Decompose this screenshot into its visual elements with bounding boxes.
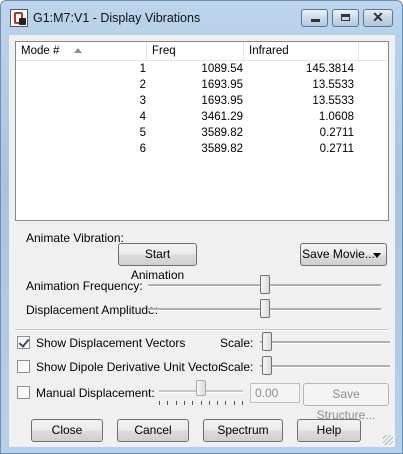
show-dipole-vector-checkbox[interactable] (17, 360, 30, 373)
title-bar[interactable]: G1:M7:V1 - Display Vibrations ✕ (1, 1, 402, 35)
table-row[interactable]: 5 3589.82 0.2711 (16, 125, 388, 141)
displacement-amplitude-slider[interactable] (259, 299, 270, 318)
show-displacement-vectors-label[interactable]: Show Displacement Vectors (36, 336, 185, 350)
cell-mode: 4 (139, 111, 146, 123)
minimize-button[interactable] (301, 9, 328, 27)
cell-ir: 0.2711 (319, 143, 354, 155)
vectors-scale-track[interactable] (260, 341, 390, 344)
table-row[interactable]: 3 1693.95 13.5533 (16, 93, 388, 109)
resize-grip-icon[interactable] (383, 435, 393, 445)
cell-ir: 13.5533 (312, 79, 354, 91)
table-row[interactable]: 6 3589.82 0.2711 (16, 141, 388, 157)
window-title: G1:M7:V1 - Display Vibrations (33, 11, 201, 25)
column-header-mode[interactable]: Mode # (16, 42, 147, 60)
dropdown-arrow-icon (373, 253, 381, 258)
gaussview-app-icon (10, 9, 28, 27)
sort-ascending-icon (74, 48, 82, 53)
cell-freq: 3589.82 (201, 127, 243, 139)
table-row[interactable]: 1 1089.54 145.3814 (16, 61, 388, 77)
cell-mode: 3 (139, 95, 146, 107)
cancel-button[interactable]: Cancel (117, 419, 189, 442)
cell-mode: 6 (139, 143, 146, 155)
column-header-freq[interactable]: Freq (147, 42, 244, 60)
cell-freq: 1693.95 (201, 95, 243, 107)
animation-frequency-slider[interactable] (259, 275, 270, 294)
manual-displacement-ticks (159, 401, 243, 405)
cell-ir: 1.0608 (318, 111, 354, 123)
cell-mode: 1 (139, 63, 146, 75)
cell-ir: 145.3814 (306, 63, 354, 75)
separator (15, 329, 389, 331)
animation-frequency-label: Animation Frequency: (26, 279, 143, 293)
start-animation-button[interactable]: Start Animation (118, 243, 197, 282)
display-vibrations-window: G1:M7:V1 - Display Vibrations ✕ Mode # F… (0, 0, 403, 454)
manual-displacement-slider[interactable] (196, 380, 206, 396)
vectors-scale-label: Scale: (220, 336, 254, 350)
column-header-infrared[interactable]: Infrared (244, 42, 359, 60)
dialog-body: Mode # Freq Infrared 1 1089.54 145.3814 2 16… (9, 35, 395, 447)
animate-vibration-label: Animate Vibration: (26, 231, 124, 245)
cell-ir: 0.2711 (319, 127, 354, 139)
cell-freq: 3461.29 (201, 111, 243, 123)
close-icon: ✕ (372, 9, 384, 25)
manual-displacement-label[interactable]: Manual Displacement: (36, 386, 155, 400)
table-row[interactable]: 2 1693.95 13.5533 (16, 77, 388, 93)
cell-freq: 1089.54 (201, 63, 243, 75)
dipole-scale-track[interactable] (260, 365, 390, 368)
cell-freq: 3589.82 (201, 143, 243, 155)
save-structure-button[interactable]: Save Structure... (303, 383, 389, 422)
dipole-scale-slider[interactable] (262, 356, 273, 375)
show-displacement-vectors-checkbox[interactable] (17, 336, 30, 349)
manual-displacement-value-field[interactable]: 0.00 (250, 383, 300, 403)
displacement-amplitude-label: Displacement Amplitude: (26, 303, 159, 317)
dipole-scale-label: Scale: (220, 360, 254, 374)
save-movie-button[interactable]: Save Movie... (300, 243, 387, 266)
help-button[interactable]: Help (297, 419, 361, 442)
close-button[interactable]: Close (31, 419, 103, 442)
table-row[interactable]: 4 3461.29 1.0608 (16, 109, 388, 125)
vectors-scale-slider[interactable] (262, 332, 273, 351)
close-window-button[interactable]: ✕ (363, 9, 393, 27)
list-header: Mode # Freq Infrared (16, 42, 388, 61)
cell-ir: 13.5533 (312, 95, 354, 107)
vibration-modes-list[interactable]: Mode # Freq Infrared 1 1089.54 145.3814 2 16… (15, 41, 389, 221)
cell-freq: 1693.95 (201, 79, 243, 91)
maximize-button[interactable] (332, 9, 359, 27)
manual-displacement-checkbox[interactable] (17, 386, 30, 399)
cell-mode: 5 (139, 127, 146, 139)
cell-mode: 2 (139, 79, 146, 91)
show-dipole-vector-label[interactable]: Show Dipole Derivative Unit Vector (36, 360, 222, 374)
spectrum-button[interactable]: Spectrum (203, 419, 283, 442)
